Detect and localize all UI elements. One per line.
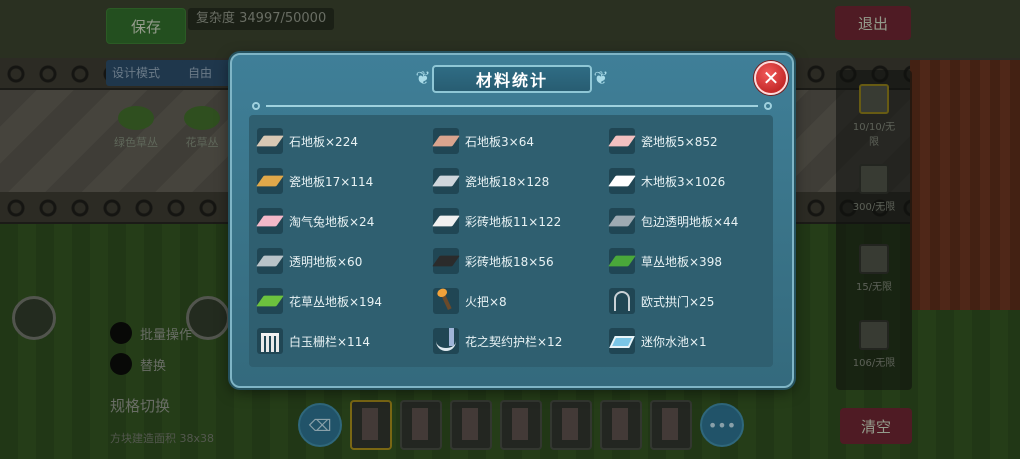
material-shape [436, 328, 456, 351]
material-item: 包边透明地板×44 [608, 201, 785, 241]
dialog-title-plate: ❦ 材料统计 ❦ [410, 63, 614, 95]
flower-rail-icon [433, 328, 459, 354]
tile-floor-icon [432, 208, 460, 234]
grass-floor-icon [608, 248, 636, 274]
material-shape [609, 336, 635, 348]
material-list-panel: 石地板×224 石地板3×64 瓷地板5×852 瓷地板17×114 瓷地板18×128… [249, 115, 773, 367]
material-item-label: 透明地板×60 [289, 254, 363, 269]
material-item: 花之契约护栏×12 [433, 321, 609, 361]
material-shape [256, 295, 284, 307]
material-item: 淘气兔地板×24 [256, 201, 433, 241]
arch-door-icon [609, 288, 635, 314]
glass-floor-icon [608, 208, 636, 234]
material-item-label: 石地板×224 [289, 134, 358, 149]
material-item: 草丛地板×398 [608, 241, 785, 281]
material-item-label: 淘气兔地板×24 [289, 214, 375, 229]
tile-floor-icon [432, 248, 460, 274]
material-item: 花草丛地板×194 [256, 281, 433, 321]
stone-floor-icon [256, 128, 284, 154]
material-item-label: 欧式拱门×25 [641, 294, 715, 309]
divider-cap [764, 102, 772, 110]
material-item: 瓷地板17×114 [256, 161, 433, 201]
material-shape [432, 215, 460, 227]
fence-icon [257, 328, 283, 354]
material-item-label: 石地板3×64 [465, 134, 534, 149]
material-stats-dialog: ❦ 材料统计 ❦ ✕ 石地板×224 石地板3×64 瓷地板5×852 瓷地板17×1… [230, 53, 794, 388]
material-item: 迷你水池×1 [609, 321, 785, 361]
ceramic-floor-icon [256, 168, 284, 194]
close-icon: ✕ [762, 66, 780, 90]
material-shape [432, 135, 460, 147]
material-item-label: 木地板3×1026 [641, 174, 726, 189]
material-shape [261, 333, 279, 352]
material-shape [608, 255, 636, 267]
material-item-label: 迷你水池×1 [641, 334, 707, 349]
material-item-label: 瓷地板5×852 [641, 134, 718, 149]
material-item-label: 花之契约护栏×12 [465, 334, 563, 349]
material-item-label: 花草丛地板×194 [289, 294, 382, 309]
dialog-title: 材料统计 [475, 71, 548, 90]
material-shape [256, 255, 284, 267]
wood-floor-icon [608, 168, 636, 194]
glass-floor-icon [256, 248, 284, 274]
material-item: 彩砖地板18×56 [432, 241, 609, 281]
material-item-label: 白玉栅栏×114 [289, 334, 370, 349]
material-shape [256, 175, 284, 187]
stone-floor-icon [432, 128, 460, 154]
material-item: 透明地板×60 [256, 241, 433, 281]
material-shape [256, 215, 284, 227]
material-shape [432, 175, 460, 187]
material-item: 白玉栅栏×114 [257, 321, 433, 361]
material-item: 瓷地板18×128 [432, 161, 609, 201]
material-item: 石地板3×64 [432, 121, 609, 161]
material-item: 瓷地板5×852 [608, 121, 785, 161]
material-shape [432, 255, 460, 267]
material-item: 木地板3×1026 [608, 161, 785, 201]
ceramic-floor-icon [608, 128, 636, 154]
material-shape [608, 175, 636, 187]
material-item: 石地板×224 [256, 121, 433, 161]
material-shape [440, 291, 452, 311]
material-shape [608, 215, 636, 227]
material-item-label: 彩砖地板11×122 [465, 214, 562, 229]
rabbit-floor-icon [256, 208, 284, 234]
material-item-label: 包边透明地板×44 [641, 214, 739, 229]
flower-grass-floor-icon [256, 288, 284, 314]
material-item: 欧式拱门×25 [609, 281, 785, 321]
material-item-label: 火把×8 [465, 294, 507, 309]
swirl-ornament-icon: ❦ [593, 68, 609, 89]
material-shape [608, 135, 636, 147]
close-button[interactable]: ✕ [754, 61, 788, 95]
title-divider [252, 102, 772, 110]
divider-cap [252, 102, 260, 110]
divider-line [266, 105, 758, 107]
material-item-label: 草丛地板×398 [641, 254, 722, 269]
ceramic-floor-icon [432, 168, 460, 194]
swirl-ornament-icon: ❦ [415, 68, 431, 89]
material-shape [614, 291, 630, 311]
material-shape [256, 135, 284, 147]
pool-icon [609, 328, 635, 354]
material-item-label: 瓷地板17×114 [289, 174, 374, 189]
material-item: 彩砖地板11×122 [432, 201, 609, 241]
torch-icon [433, 288, 459, 314]
material-item-label: 彩砖地板18×56 [465, 254, 554, 269]
material-grid: 石地板×224 石地板3×64 瓷地板5×852 瓷地板17×114 瓷地板18×128… [256, 121, 767, 361]
material-item: 火把×8 [433, 281, 609, 321]
material-item-label: 瓷地板18×128 [465, 174, 550, 189]
